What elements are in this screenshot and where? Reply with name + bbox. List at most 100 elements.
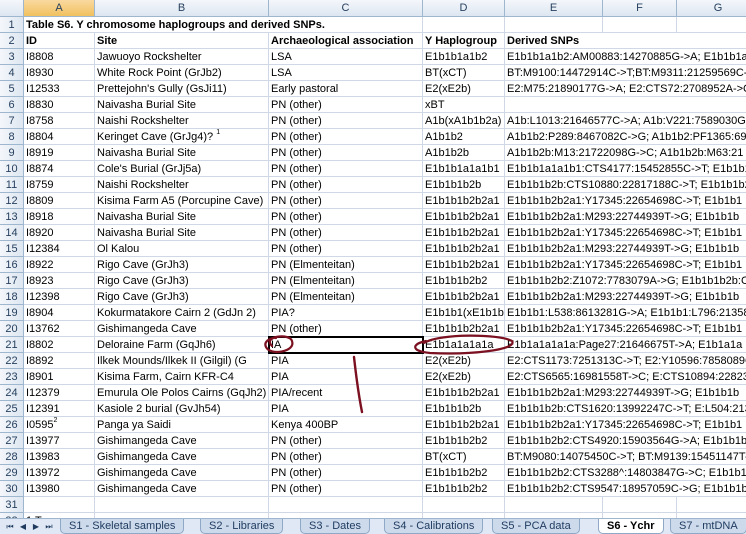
site-cell[interactable]: Jawuoyo Rockshelter [95,49,269,65]
association-cell[interactable]: PN (other) [269,161,423,177]
snps-cell[interactable]: E1b1b1b2b2a1:Y17345:22654698C->T; E1b1b1 [505,193,746,209]
snps-cell[interactable]: E1b1b1b2b2:Z1072:7783079A->G; E1b1b1b2b:… [505,273,746,289]
empty-cell[interactable] [423,17,505,33]
snps-cell[interactable]: E1b1b1b2b2:CTS3288^:14803847G->C; E1b1b1… [505,465,746,481]
haplogroup-cell[interactable]: E1b1b1b2b2a1 [423,385,505,401]
id-cell[interactable]: I8802 [24,337,95,353]
site-cell[interactable]: Kokurmatakore Cairn 2 (GdJn 2) [95,305,269,321]
haplogroup-cell[interactable]: E1b1b1b2b2 [423,433,505,449]
prev-sheet-icon[interactable]: ◀ [17,521,29,533]
association-cell[interactable]: PN (other) [269,433,423,449]
id-cell[interactable]: I8808 [24,49,95,65]
row-header[interactable]: 29 [0,465,24,481]
snps-cell[interactable]: E1b1b1b2b2a1:Y17345:22654698C->T; E1b1b1 [505,321,746,337]
association-cell[interactable]: PN (Elmenteitan) [269,257,423,273]
id-cell[interactable]: I8920 [24,225,95,241]
haplogroup-cell[interactable]: E1b1b1b2b2a1 [423,241,505,257]
column-header-b[interactable]: B [95,0,269,17]
site-cell[interactable]: Naivasha Burial Site [95,209,269,225]
select-all-corner[interactable] [0,0,24,17]
id-cell[interactable]: I8758 [24,113,95,129]
haplogroup-cell[interactable]: A1b(xA1b1b2a) [423,113,505,129]
empty-cell[interactable] [603,17,677,33]
association-cell[interactable]: Early pastoral [269,81,423,97]
id-cell[interactable]: I8919 [24,145,95,161]
association-cell[interactable]: PN (other) [269,465,423,481]
last-sheet-icon[interactable]: ⏭ [43,521,55,533]
haplogroup-cell[interactable]: E1b1b1b2b2a1 [423,289,505,305]
row-header[interactable]: 21 [0,337,24,353]
snps-cell[interactable]: E1b1b1b2b:CTS1620:13992247C->T; E:L504:2… [505,401,746,417]
site-cell[interactable]: Prettejohn's Gully (GsJi11) [95,81,269,97]
association-cell[interactable]: LSA [269,49,423,65]
snps-cell[interactable]: E1b1b1b2b2a1:Y17345:22654698C->T; E1b1b1 [505,257,746,273]
snps-cell[interactable] [505,97,746,113]
snps-cell[interactable]: A1b:L1013:21646577C->A; A1b:V221:7589030… [505,113,746,129]
haplogroup-cell[interactable]: E1b1b1b2b2 [423,273,505,289]
empty-cell[interactable] [269,497,423,513]
site-header[interactable]: Site [95,33,269,49]
first-sheet-icon[interactable]: ⏮ [4,521,16,533]
row-header[interactable]: 5 [0,81,24,97]
id-cell[interactable]: I8901 [24,369,95,385]
snps-cell[interactable]: E1b1b1b2b2a1:M293:22744939T->G; E1b1b1b [505,209,746,225]
association-cell[interactable]: PN (other) [269,321,423,337]
id-cell[interactable]: I8922 [24,257,95,273]
id-cell[interactable]: I8874 [24,161,95,177]
id-cell[interactable]: I8830 [24,97,95,113]
row-header[interactable]: 11 [0,177,24,193]
id-cell[interactable]: I12398 [24,289,95,305]
id-cell[interactable]: I12384 [24,241,95,257]
site-cell[interactable]: White Rock Point (GrJb2) [95,65,269,81]
haplogroup-cell[interactable]: E1b1b1b2b2a1 [423,417,505,433]
empty-cell[interactable] [505,497,603,513]
snps-cell[interactable]: E1b1b1b2b2:CTS9547:18957059C->G; E1b1b1b… [505,481,746,497]
association-cell[interactable]: IA [268,336,424,354]
site-cell[interactable]: Gishimangeda Cave [95,465,269,481]
row-header[interactable]: 14 [0,225,24,241]
id-cell[interactable]: I12379 [24,385,95,401]
association-cell[interactable]: Kenya 400BP [269,417,423,433]
id-cell[interactable]: I8804 [24,129,95,145]
site-cell[interactable]: Rigo Cave (GrJh3) [95,289,269,305]
site-cell[interactable]: Deloraine Farm (GqJh6) [95,337,269,353]
site-cell[interactable]: Cole's Burial (GrJj5a) [95,161,269,177]
snps-cell[interactable]: E1b1b1a1b2:AM00883:14270885G->A; E1b1b1a [505,49,746,65]
row-header[interactable]: 9 [0,145,24,161]
haplogroup-cell[interactable]: BT(xCT) [423,65,505,81]
association-cell[interactable]: PN (other) [269,177,423,193]
column-header-d[interactable]: D [423,0,505,17]
row-header[interactable]: 2 [0,33,24,49]
site-cell[interactable]: Keringet Cave (GrJg4)? 1 [95,129,269,145]
empty-cell[interactable] [505,17,603,33]
haplogroup-header[interactable]: Y Haplogroup [423,33,505,49]
id-cell[interactable]: I8892 [24,353,95,369]
association-cell[interactable]: PIA [269,369,423,385]
snps-cell[interactable]: E1b1b1b2b2a1:Y17345:22654698C->T; E1b1b1 [505,225,746,241]
column-header-a[interactable]: A [24,0,95,17]
empty-cell[interactable] [677,17,746,33]
snps-cell[interactable]: E1b1b1b2b2a1:M293:22744939T->G; E1b1b1b [505,385,746,401]
snps-cell[interactable]: BT:M9080:14075450C->T; BT:M9139:15451147… [505,449,746,465]
snps-cell[interactable]: A1b1b2b:M13:21722098G->C; A1b1b2b:M63:21 [505,145,746,161]
id-cell[interactable]: I13762 [24,321,95,337]
snps-cell[interactable]: E1b1b1b2b2a1:Y17345:22654698C->T; E1b1b1 [505,417,746,433]
association-cell[interactable]: PN (Elmenteitan) [269,289,423,305]
site-cell[interactable]: Gishimangeda Cave [95,449,269,465]
haplogroup-cell[interactable]: E1b1b1b2b2a1 [423,209,505,225]
haplogroup-cell[interactable]: E1b1a1a1a1a [423,337,505,353]
association-cell[interactable]: PIA? [269,305,423,321]
row-header[interactable]: 23 [0,369,24,385]
id-cell[interactable]: I8809 [24,193,95,209]
row-header[interactable]: 12 [0,193,24,209]
row-header[interactable]: 13 [0,209,24,225]
association-cell[interactable]: PN (other) [269,241,423,257]
site-cell[interactable]: Ol Kalou [95,241,269,257]
association-cell[interactable]: PN (other) [269,193,423,209]
site-cell[interactable]: Gishimangeda Cave [95,433,269,449]
row-header[interactable]: 8 [0,129,24,145]
empty-cell[interactable] [423,497,505,513]
column-header-g[interactable]: G [677,0,746,17]
association-cell[interactable]: PIA [269,353,423,369]
site-cell[interactable]: Ilkek Mounds/Ilkek II (Gilgil) (G [95,353,269,369]
